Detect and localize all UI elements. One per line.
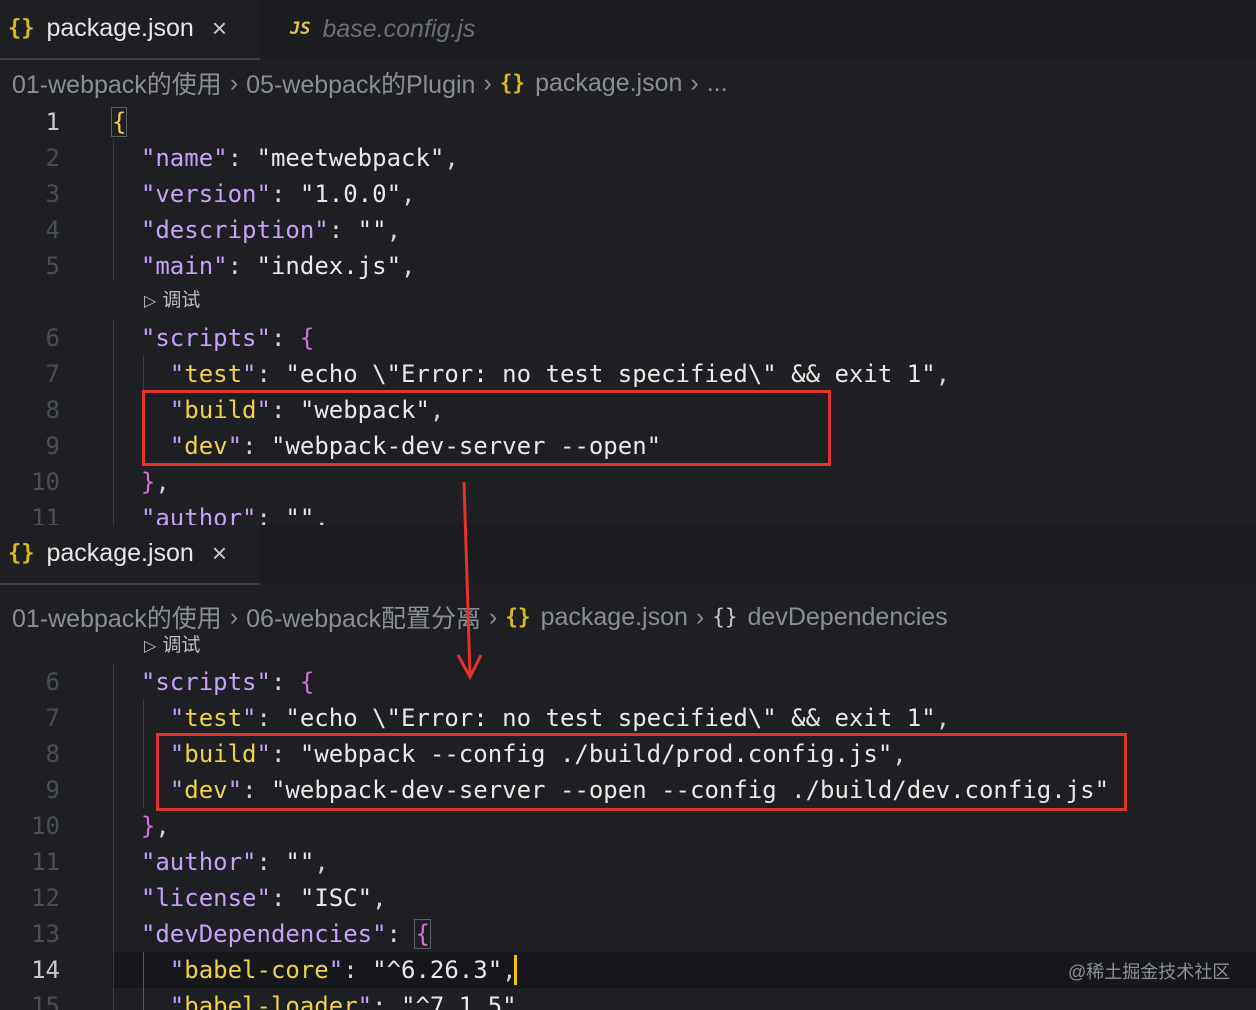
code-text: "author": "", — [140, 848, 329, 876]
chevron-right-icon: › — [483, 68, 492, 97]
breadcrumb-item[interactable]: 01-webpack的使用 — [12, 599, 222, 635]
tab-base-config-js[interactable]: JS base.config.js — [282, 0, 542, 58]
codelens-label: 调试 — [162, 290, 201, 311]
active-tab-underline — [0, 583, 260, 585]
code-line[interactable]: 13 "devDependencies": { — [0, 916, 1256, 952]
code-text: { — [110, 107, 128, 137]
line-number: 4 — [45, 216, 60, 244]
tab-bar: {} package.json × JS base.config.js — [0, 0, 1256, 58]
code-line[interactable]: 10 }, — [0, 808, 1256, 844]
json-braces-icon: {} — [8, 540, 35, 566]
line-number: 10 — [31, 468, 60, 496]
line-number: 6 — [45, 324, 60, 352]
breadcrumb-item[interactable]: 05-webpack的Plugin — [246, 65, 475, 101]
code-line[interactable]: 12 "license": "ISC", — [0, 880, 1256, 916]
code-text: "test": "echo \"Error: no test specified… — [169, 360, 951, 388]
close-icon[interactable]: × — [212, 15, 227, 41]
highlight-box-new-scripts — [156, 733, 1127, 811]
breadcrumb-item[interactable]: 06-webpack配置分离 — [246, 599, 481, 635]
line-number: 3 — [45, 180, 60, 208]
text-cursor — [514, 955, 517, 985]
code-text: "test": "echo \"Error: no test specified… — [169, 704, 951, 732]
code-text: "version": "1.0.0", — [140, 180, 416, 208]
line-number: 11 — [31, 504, 60, 525]
debug-codelens[interactable]: ▷ 调试 — [144, 286, 200, 316]
code-text: "babel-loader": "^7.1.5", — [169, 992, 532, 1010]
tab-package-json[interactable]: {} package.json × — [0, 525, 260, 583]
highlight-box-old-scripts — [142, 390, 831, 466]
line-number: 15 — [31, 992, 60, 1010]
line-number: 7 — [45, 360, 60, 388]
chevron-right-icon: › — [690, 68, 699, 97]
line-number: 1 — [45, 108, 60, 136]
line-number: 2 — [45, 144, 60, 172]
json-braces-icon: {} — [8, 15, 35, 41]
code-line[interactable]: 11 "author": "", — [0, 844, 1256, 880]
tab-package-json[interactable]: {} package.json × — [0, 0, 260, 58]
code-text: }, — [140, 812, 170, 840]
tab-label: base.config.js — [322, 14, 476, 43]
line-number: 9 — [45, 776, 60, 804]
code-line[interactable]: 5 "main": "index.js", — [0, 248, 1256, 284]
line-number: 14 — [31, 956, 60, 984]
editor-pane-bottom: {} package.json × 01-webpack的使用 › 06-web… — [0, 525, 1256, 1010]
codelens-label: 调试 — [162, 635, 201, 656]
code-text: "scripts": { — [140, 324, 315, 352]
line-number: 8 — [45, 396, 60, 424]
code-text: "description": "", — [140, 216, 402, 244]
code-line[interactable]: 4 "description": "", — [0, 212, 1256, 248]
code-line[interactable]: 6 "scripts": { — [0, 320, 1256, 356]
code-line[interactable]: 7 "test": "echo \"Error: no test specifi… — [0, 356, 1256, 392]
code-line[interactable]: 6 "scripts": { — [0, 664, 1256, 700]
close-icon[interactable]: × — [212, 540, 227, 566]
play-icon: ▷ — [144, 293, 157, 310]
breadcrumb-item[interactable]: 01-webpack的使用 — [12, 65, 222, 101]
code-line[interactable]: 1 { — [0, 104, 1256, 140]
tab-label: package.json — [46, 538, 194, 567]
line-number: 6 — [45, 668, 60, 696]
chevron-right-icon: › — [695, 602, 705, 631]
chevron-right-icon: › — [229, 602, 239, 631]
active-tab-underline — [0, 58, 260, 60]
code-text: "scripts": { — [140, 668, 315, 696]
line-number: 8 — [45, 740, 60, 768]
breadcrumb-item[interactable]: ... — [707, 69, 728, 98]
breadcrumb-item[interactable]: devDependencies — [748, 603, 948, 632]
code-text: }, — [140, 468, 170, 496]
code-line[interactable]: 7 "test": "echo \"Error: no test specifi… — [0, 700, 1256, 736]
code-line[interactable]: 15 "babel-loader": "^7.1.5", — [0, 988, 1256, 1010]
breadcrumb-item[interactable]: package.json — [541, 603, 688, 632]
line-number: 12 — [31, 884, 60, 912]
line-number: 10 — [31, 812, 60, 840]
breadcrumb: 01-webpack的使用 › 05-webpack的Plugin › {} p… — [12, 64, 728, 102]
code-text: "license": "ISC", — [140, 884, 387, 912]
json-braces-icon: {} — [499, 71, 526, 95]
editor-pane-top: {} package.json × JS base.config.js 01-w… — [0, 0, 1256, 525]
code-line[interactable]: 2 "name": "meetwebpack", — [0, 140, 1256, 176]
code-text: "name": "meetwebpack", — [140, 144, 459, 172]
tab-bar: {} package.json × — [0, 525, 1256, 583]
line-number: 13 — [31, 920, 60, 948]
breadcrumb-item[interactable]: package.json — [535, 69, 682, 98]
code-text: "devDependencies": { — [140, 919, 431, 949]
chevron-right-icon: › — [229, 68, 239, 97]
line-number: 11 — [31, 848, 60, 876]
code-line[interactable]: 10 }, — [0, 464, 1256, 500]
code-text: "main": "index.js", — [140, 252, 416, 280]
code-line[interactable]: 11 "author": "", — [0, 500, 1256, 525]
line-number: 5 — [45, 252, 60, 280]
code-text: "author": "", — [140, 504, 329, 525]
object-braces-icon: {} — [712, 605, 738, 629]
play-icon: ▷ — [144, 638, 157, 655]
code-line[interactable]: 3 "version": "1.0.0", — [0, 176, 1256, 212]
watermark: @稀土掘金技术社区 — [1068, 962, 1231, 982]
line-number: 7 — [45, 704, 60, 732]
code-text: "babel-core": "^6.26.3", — [169, 956, 517, 984]
javascript-icon: JS — [290, 19, 311, 39]
debug-codelens[interactable]: ▷ 调试 — [144, 631, 200, 661]
line-number: 9 — [45, 432, 60, 460]
json-braces-icon: {} — [505, 605, 531, 629]
tab-label: package.json — [46, 13, 194, 42]
chevron-right-icon: › — [488, 602, 498, 631]
